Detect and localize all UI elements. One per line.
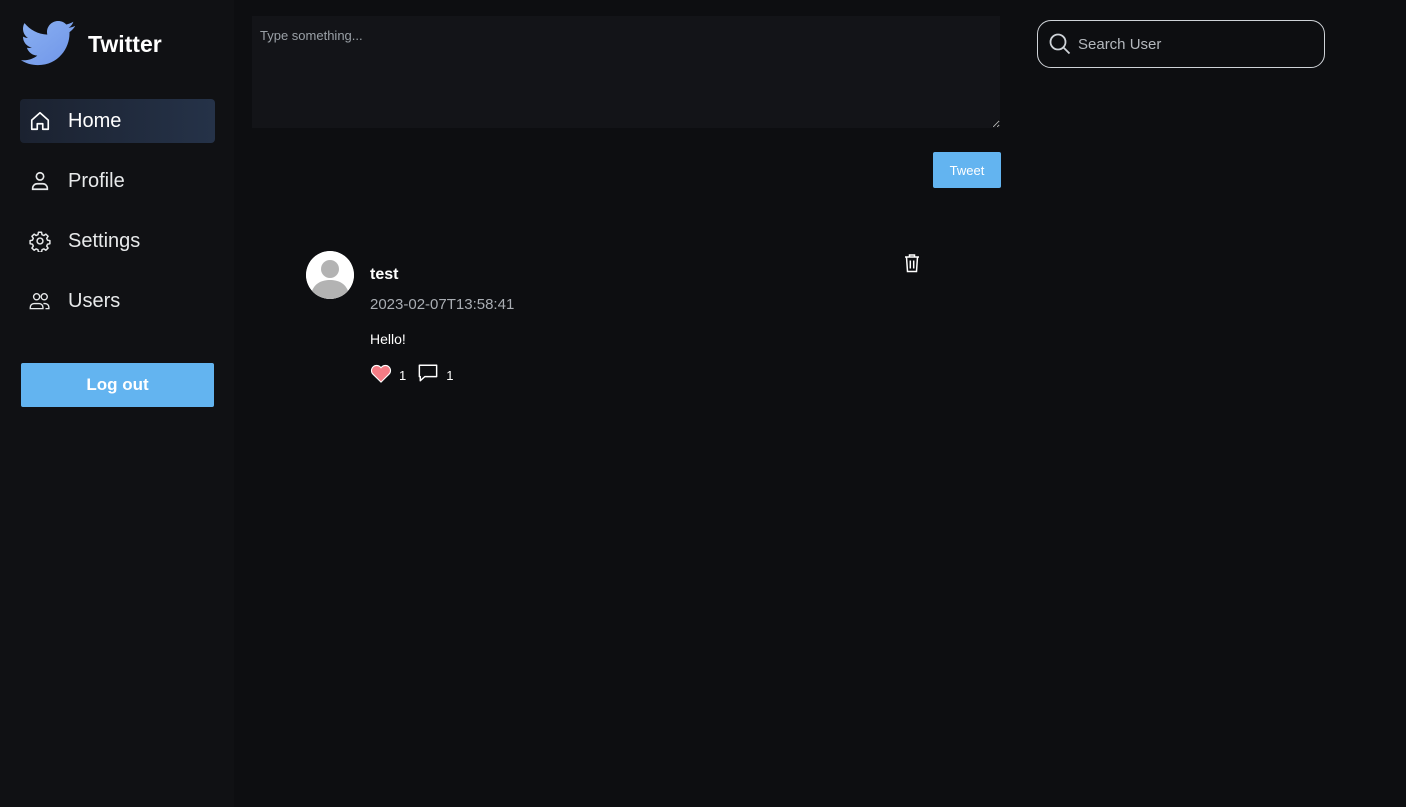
gear-icon — [29, 230, 51, 252]
sidebar-item-label: Users — [68, 289, 121, 312]
avatar[interactable] — [306, 251, 354, 299]
sidebar-item-label: Profile — [68, 169, 125, 192]
comment-count: 1 — [446, 368, 454, 383]
like-button[interactable]: 1 — [370, 363, 406, 388]
tweet-content: Hello! — [370, 331, 406, 347]
twitter-bird-icon — [20, 20, 76, 68]
search-input[interactable] — [1078, 35, 1324, 53]
tweet-composer-input[interactable] — [252, 16, 1000, 128]
sidebar: Twitter Home Profile Settings Users Log … — [0, 0, 234, 807]
search-icon — [1048, 32, 1072, 56]
home-icon — [29, 110, 51, 132]
sidebar-item-home[interactable]: Home — [20, 99, 215, 143]
comment-icon — [417, 363, 439, 388]
tweet-card: test 2023-02-07T13:58:41 Hello! 1 1 — [306, 251, 926, 411]
sidebar-item-users[interactable]: Users — [20, 279, 215, 323]
user-icon — [29, 170, 51, 192]
tweet-actions: 1 1 — [370, 363, 453, 388]
trash-icon[interactable] — [904, 253, 920, 273]
sidebar-item-profile[interactable]: Profile — [20, 159, 215, 203]
sidebar-item-settings[interactable]: Settings — [20, 219, 215, 263]
brand-title: Twitter — [88, 30, 162, 57]
logout-button[interactable]: Log out — [21, 363, 214, 407]
brand[interactable]: Twitter — [20, 20, 162, 68]
like-count: 1 — [399, 368, 407, 383]
sidebar-nav: Home Profile Settings Users — [20, 99, 215, 339]
search-box[interactable] — [1037, 20, 1325, 68]
comment-button[interactable]: 1 — [417, 363, 453, 388]
heart-icon — [370, 363, 392, 388]
sidebar-item-label: Settings — [68, 229, 141, 252]
tweet-button[interactable]: Tweet — [933, 152, 1001, 188]
sidebar-item-label: Home — [68, 109, 122, 132]
app-root: Twitter Home Profile Settings Users Log … — [0, 0, 1406, 807]
users-icon — [29, 290, 51, 312]
tweet-username[interactable]: test — [370, 266, 398, 284]
tweet-timestamp: 2023-02-07T13:58:41 — [370, 296, 515, 313]
